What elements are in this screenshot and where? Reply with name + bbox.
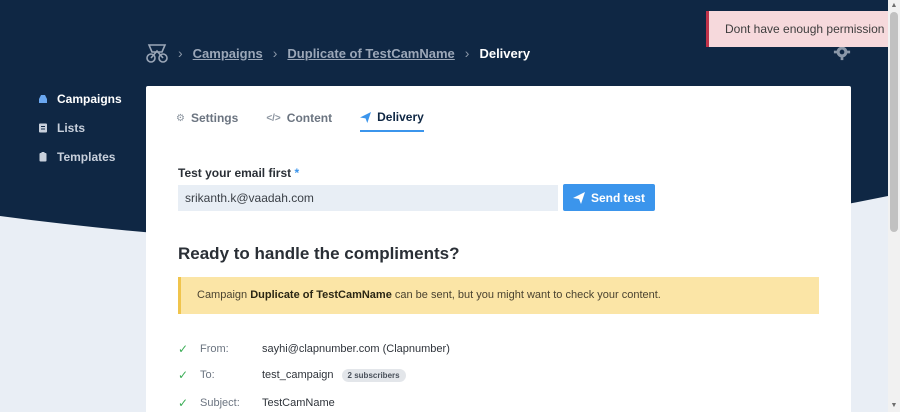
- detail-to: ✓ To: test_campaign 2 subscribers: [178, 368, 406, 382]
- check-icon: ✓: [178, 396, 189, 410]
- send-test-label: Send test: [590, 190, 645, 205]
- scroll-up-arrow-icon[interactable]: ▲: [888, 0, 900, 12]
- sidebar-item-label: Templates: [57, 149, 116, 164]
- sidebar-item-templates[interactable]: Templates: [38, 142, 122, 171]
- paper-plane-icon: [572, 191, 585, 204]
- tab-settings[interactable]: ⚙ Settings: [176, 106, 238, 130]
- scrollbar-thumb[interactable]: [890, 12, 898, 232]
- detail-from: ✓ From: sayhi@clapnumber.com (Clapnumber…: [178, 342, 450, 356]
- app-logo-icon[interactable]: [146, 42, 168, 64]
- to-label: To:: [200, 369, 215, 381]
- sidebar-item-lists[interactable]: Lists: [38, 113, 122, 142]
- campaign-tabs: ⚙ Settings </> Content Delivery: [176, 106, 424, 132]
- paper-plane-icon: [360, 111, 372, 123]
- breadcrumb-campaign-name[interactable]: Duplicate of TestCamName: [287, 46, 454, 61]
- scroll-down-arrow-icon[interactable]: ▼: [888, 400, 900, 412]
- breadcrumb-current: Delivery: [479, 45, 531, 61]
- gear-icon: ⚙: [176, 112, 185, 124]
- list-icon: [39, 123, 47, 132]
- code-icon: </>: [266, 112, 281, 124]
- tab-label: Settings: [190, 111, 239, 125]
- test-email-label: Test your email first *: [178, 166, 300, 180]
- to-value[interactable]: test_campaign: [262, 369, 334, 381]
- tab-delivery[interactable]: Delivery: [360, 106, 424, 132]
- sidebar-item-campaigns[interactable]: Campaigns: [38, 84, 122, 113]
- from-label: From:: [200, 343, 229, 355]
- breadcrumb: › Campaigns › Duplicate of TestCamName ›…: [146, 42, 530, 64]
- check-icon: ✓: [178, 368, 189, 382]
- subject-label: Subject:: [200, 397, 240, 409]
- inbox-icon: [39, 94, 47, 103]
- tab-label: Content: [286, 111, 333, 125]
- check-icon: ✓: [178, 342, 189, 356]
- chevron-right-icon: ›: [178, 45, 183, 61]
- from-value: sayhi@clapnumber.com (Clapnumber): [262, 343, 450, 355]
- scrollbar[interactable]: ▲ ▼: [888, 0, 900, 412]
- permission-toast[interactable]: Dont have enough permission: [706, 11, 888, 47]
- detail-subject: ✓ Subject: TestCamName: [178, 396, 335, 410]
- sidebar-item-label: Campaigns: [57, 91, 122, 106]
- breadcrumb-campaigns[interactable]: Campaigns: [193, 46, 263, 61]
- warning-campaign-name: Duplicate of TestCamName: [250, 289, 392, 301]
- content-warning: Campaign Duplicate of TestCamName can be…: [178, 277, 819, 314]
- sidebar: Campaigns Lists Templates: [38, 84, 122, 171]
- subject-value: TestCamName: [262, 397, 335, 409]
- ready-title: Ready to handle the compliments?: [178, 244, 460, 263]
- delivery-card: ⚙ Settings </> Content Delivery Test you…: [146, 86, 851, 412]
- tab-content[interactable]: </> Content: [266, 106, 332, 130]
- send-test-button[interactable]: Send test: [563, 184, 655, 211]
- tab-label: Delivery: [377, 110, 424, 124]
- sidebar-item-label: Lists: [57, 120, 86, 135]
- chevron-right-icon: ›: [272, 45, 278, 61]
- subscriber-count-badge: 2 subscribers: [341, 368, 406, 382]
- chevron-right-icon: ›: [464, 45, 470, 61]
- test-email-input[interactable]: [178, 185, 558, 211]
- clipboard-icon: [39, 151, 47, 161]
- required-marker: *: [294, 166, 300, 180]
